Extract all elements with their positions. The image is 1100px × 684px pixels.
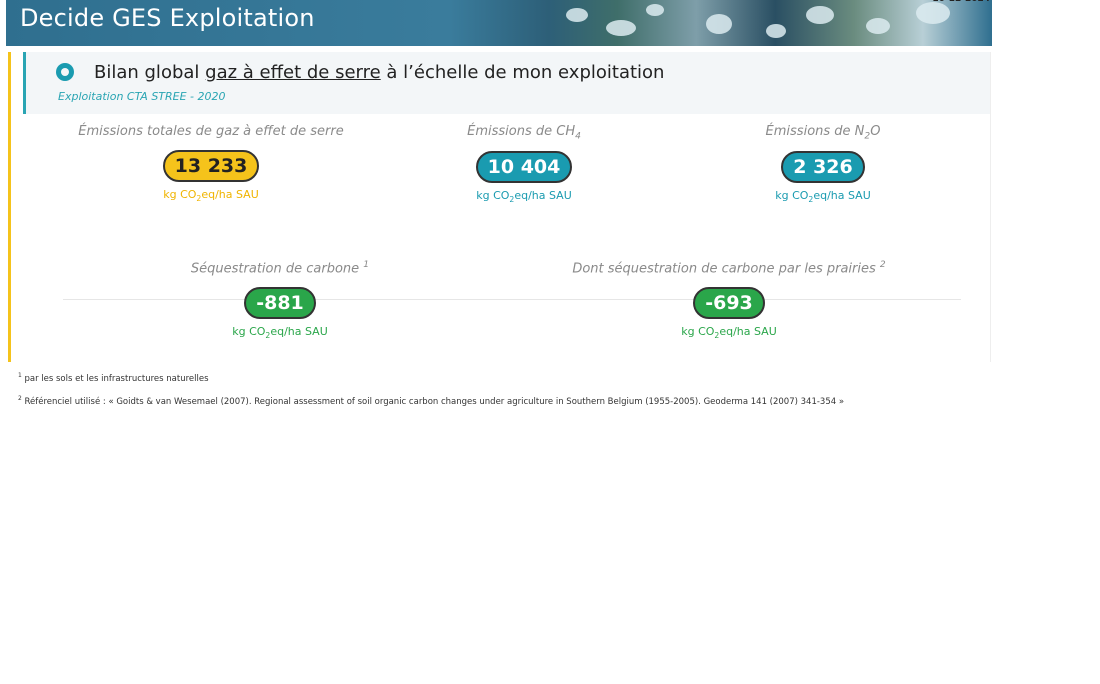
metric-unit: kg CO2eq/ha SAU [681, 325, 777, 341]
metric-unit: kg CO2eq/ha SAU [476, 188, 572, 204]
metric-label: Émissions de N2O [765, 124, 881, 142]
metric-value-badge: 13 233 [162, 150, 260, 182]
section-title: Bilan global gaz à effet de serre à l’éc… [94, 62, 664, 83]
app-banner: Decide GES Exploitation 10-12-2024 [6, 0, 992, 46]
banner-decoration [866, 18, 890, 34]
ges-link[interactable]: gaz à effet de serre [205, 62, 381, 83]
metric-label: Séquestration de carbone 1 [190, 260, 370, 277]
results-panel: Bilan global gaz à effet de serre à l’éc… [8, 52, 995, 362]
section-header: Bilan global gaz à effet de serre à l’éc… [23, 52, 990, 114]
footnote-1: 1 par les sols et les infrastructures na… [18, 372, 209, 384]
metric-prairie-sequestration: Dont séquestration de carbone par les pr… [534, 257, 924, 341]
metric-value-badge: 2 326 [781, 150, 865, 183]
metric-unit: kg CO2eq/ha SAU [163, 188, 259, 204]
footnote-2: 2 Référenciel utilisé : « Goidts & van W… [18, 394, 845, 407]
metric-label: Dont séquestration de carbone par les pr… [572, 260, 886, 277]
metric-label: Émissions de CH4 [467, 124, 581, 142]
footnotes: 1 par les sols et les infrastructures na… [18, 366, 978, 412]
section-title-text: Bilan global [94, 62, 206, 83]
banner-decoration [566, 8, 588, 22]
section-title-text-end: à l’échelle de mon exploitation [380, 62, 665, 83]
metric-ch4-emissions: Émissions de CH4 10 404 kg CO2eq/ha SAU [389, 124, 659, 204]
metric-label: Émissions totales de gaz à effet de serr… [78, 124, 344, 139]
metric-value-badge: -693 [693, 287, 765, 320]
banner-decoration [806, 6, 834, 24]
info-circle-icon [56, 63, 74, 81]
metric-unit: kg CO2eq/ha SAU [232, 325, 328, 341]
metric-n2o-emissions: Émissions de N2O 2 326 kg CO2eq/ha SAU [688, 124, 958, 204]
banner-decoration [916, 2, 950, 24]
banner-decoration [606, 20, 636, 36]
metric-value-badge: 10 404 [475, 150, 573, 183]
metric-unit: kg CO2eq/ha SAU [775, 188, 871, 204]
metric-carbon-sequestration: Séquestration de carbone 1 -881 kg CO2eq… [135, 257, 425, 341]
section-subtitle: Exploitation CTA STREE - 2020 [58, 90, 226, 103]
app-title: Decide GES Exploitation [20, 4, 315, 32]
banner-decoration [706, 14, 732, 34]
banner-decoration [646, 4, 664, 16]
metric-total-emissions: Émissions totales de gaz à effet de serr… [66, 124, 356, 203]
report-date: 10-12-2024 [932, 0, 990, 4]
banner-decoration [766, 24, 786, 38]
metric-value-badge: -881 [244, 287, 316, 320]
